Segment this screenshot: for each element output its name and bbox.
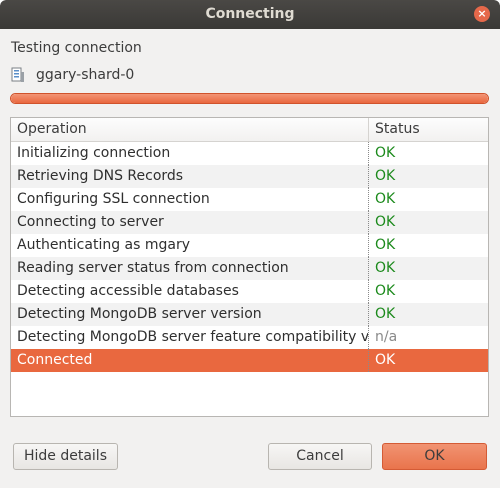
close-icon[interactable]: ×: [474, 6, 490, 22]
table-row[interactable]: Detecting MongoDB server feature compati…: [11, 326, 488, 349]
table-row[interactable]: Detecting accessible databases OK: [11, 280, 488, 303]
table-row[interactable]: Authenticating as mgary OK: [11, 234, 488, 257]
column-header-status[interactable]: Status: [369, 118, 488, 141]
title-bar[interactable]: Connecting ×: [0, 0, 500, 29]
table-header: Operation Status: [11, 118, 488, 142]
operation-cell: Initializing connection: [11, 142, 369, 165]
operation-cell: Detecting accessible databases: [11, 280, 369, 303]
table-row[interactable]: Configuring SSL connection OK: [11, 188, 488, 211]
operation-cell: Reading server status from connection: [11, 257, 369, 280]
table-row[interactable]: Retrieving DNS Records OK: [11, 165, 488, 188]
status-cell: n/a: [375, 329, 398, 345]
operation-cell: Authenticating as mgary: [11, 234, 369, 257]
hide-details-button[interactable]: Hide details: [13, 443, 118, 470]
connection-progress-bar: [10, 93, 489, 104]
status-cell: OK: [375, 306, 396, 322]
operation-cell: Connecting to server: [11, 211, 369, 234]
status-cell: OK: [375, 352, 396, 368]
operation-cell: Detecting MongoDB server version: [11, 303, 369, 326]
status-cell: OK: [375, 283, 396, 299]
server-icon: [11, 67, 24, 82]
table-row[interactable]: Reading server status from connection OK: [11, 257, 488, 280]
ok-button[interactable]: OK: [382, 443, 487, 470]
column-header-operation[interactable]: Operation: [11, 118, 369, 141]
status-cell: OK: [375, 214, 396, 230]
operation-cell: Retrieving DNS Records: [11, 165, 369, 188]
server-row: ggary-shard-0: [11, 66, 134, 84]
status-cell: OK: [375, 237, 396, 253]
operation-cell: Detecting MongoDB server feature compati…: [11, 326, 369, 349]
connecting-dialog: Connecting × Testing connection ggary-sh…: [0, 0, 500, 488]
cancel-button[interactable]: Cancel: [268, 443, 372, 470]
connection-status-text: Testing connection: [11, 40, 142, 56]
progress-fill: [11, 94, 488, 103]
window-title: Connecting: [205, 6, 295, 22]
operation-cell: Configuring SSL connection: [11, 188, 369, 211]
server-name: ggary-shard-0: [36, 67, 135, 83]
status-cell: OK: [375, 145, 396, 161]
status-cell: OK: [375, 168, 396, 184]
operations-table[interactable]: Operation Status Initializing connection…: [10, 117, 489, 417]
operation-cell: Connected: [11, 349, 369, 372]
table-row[interactable]: Initializing connection OK: [11, 142, 488, 165]
table-row[interactable]: Detecting MongoDB server version OK: [11, 303, 488, 326]
table-body: Initializing connection OK Retrieving DNS …: [11, 142, 488, 372]
status-cell: OK: [375, 191, 396, 207]
status-cell: OK: [375, 260, 396, 276]
table-row[interactable]: Connecting to server OK: [11, 211, 488, 234]
table-row[interactable]: Connected OK: [11, 349, 488, 372]
